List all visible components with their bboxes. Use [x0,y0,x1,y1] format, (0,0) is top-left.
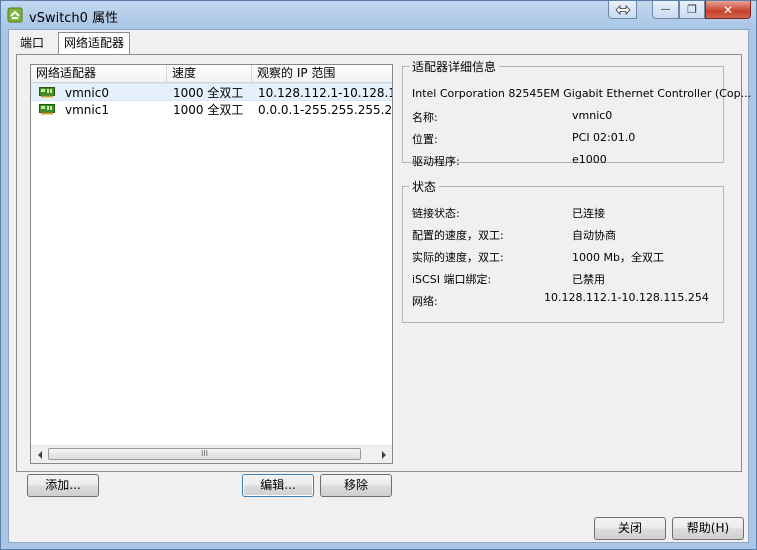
list-header: 网络适配器 速度 观察的 IP 范围 [31,65,392,83]
status-label-network: 网络: [412,295,438,308]
adapter-details-title: 适配器详细信息 [412,60,497,74]
minimize-icon: — [660,4,671,15]
window-title: vSwitch0 属性 [29,11,119,26]
status-title: 状态 [412,180,437,194]
tab-panel: 网络适配器 速度 观察的 IP 范围 vmnic0 1000 全双工 10.12… [16,54,751,472]
tab-network-adapters[interactable]: 网络适配器 [58,32,131,55]
resize-icon [614,4,631,15]
network-adapter-icon [39,104,55,115]
add-button[interactable]: 添加... [27,474,99,497]
adapter-list[interactable]: 网络适配器 速度 观察的 IP 范围 vmnic0 1000 全双工 10.12… [30,64,393,464]
status-value-link: 已连接 [572,207,605,220]
dialog-body: 端口 网络适配器 网络适配器 速度 观察的 IP 范围 vmnic0 1000 … [8,29,751,543]
status-label-actual-speed: 实际的速度，双工: [412,251,504,264]
detail-label-driver: 驱动程序: [412,155,460,168]
status-label-iscsi: iSCSI 端口绑定: [412,273,492,286]
adapter-details-group: 适配器详细信息 Intel Corporation 82545EM Gigabi… [402,58,751,168]
adapter-speed: 1000 全双工 [173,86,244,100]
adapter-ip-range: 10.128.112.1-10.128.115.2... [258,86,393,100]
adapter-name: vmnic1 [65,103,109,117]
status-value-actual-speed: 1000 Mb，全双工 [572,251,664,264]
column-header-adapter[interactable]: 网络适配器 [31,65,167,82]
status-group: 状态 链接状态: 已连接 配置的速度，双工: 自动协商 实际的速度，双工: 10… [402,178,724,323]
arrow-right-icon [381,450,386,459]
status-value-iscsi: 已禁用 [572,273,605,286]
detail-value-location: PCI 02:01.0 [572,131,636,144]
adapter-ip-range: 0.0.0.1-255.255.255.254 [258,103,393,117]
help-button[interactable]: 帮助(H) [672,517,744,540]
adapter-speed: 1000 全双工 [173,103,244,117]
status-value-configured-speed: 自动协商 [572,229,616,242]
restore-icon: ❐ [687,3,697,16]
scroll-thumb[interactable]: III [48,448,361,460]
horizontal-scrollbar[interactable]: III [31,445,392,463]
remove-button[interactable]: 移除 [320,474,392,497]
column-header-speed[interactable]: 速度 [167,65,252,82]
vswitch-icon [7,7,23,23]
detail-value-driver: e1000 [572,153,607,166]
title-bar[interactable]: vSwitch0 属性 — ❐ ✕ [1,1,756,29]
scroll-left-button[interactable] [31,446,48,463]
status-label-configured-speed: 配置的速度，双工: [412,229,504,242]
close-button[interactable]: 关闭 [594,517,666,540]
tab-ports[interactable]: 端口 [15,33,49,54]
table-row[interactable]: vmnic1 1000 全双工 0.0.0.1-255.255.255.254 [31,101,392,119]
maximize-button[interactable]: ❐ [679,1,705,19]
controller-name: Intel Corporation 82545EM Gigabit Ethern… [412,87,752,100]
scroll-right-button[interactable] [375,446,392,463]
adapter-name: vmnic0 [65,86,109,100]
table-row[interactable]: vmnic0 1000 全双工 10.128.112.1-10.128.115.… [31,83,392,101]
properties-window: vSwitch0 属性 — ❐ ✕ 端口 网络适配器 网络适配器 速度 观察的 … [0,0,757,550]
detail-label-name: 名称: [412,111,438,124]
network-adapter-icon [39,87,55,98]
detail-label-location: 位置: [412,133,438,146]
close-icon: ✕ [722,2,734,17]
status-label-link: 链接状态: [412,207,460,220]
column-header-ip-range[interactable]: 观察的 IP 范围 [252,65,392,82]
status-value-network: 10.128.112.1-10.128.115.254 [544,291,709,304]
edit-button[interactable]: 编辑... [242,474,314,497]
resize-button[interactable] [608,1,637,19]
minimize-button[interactable]: — [652,1,679,19]
close-window-button[interactable]: ✕ [705,1,751,19]
detail-value-name: vmnic0 [572,109,613,122]
scroll-grip: III [200,449,209,458]
arrow-left-icon [37,450,42,459]
